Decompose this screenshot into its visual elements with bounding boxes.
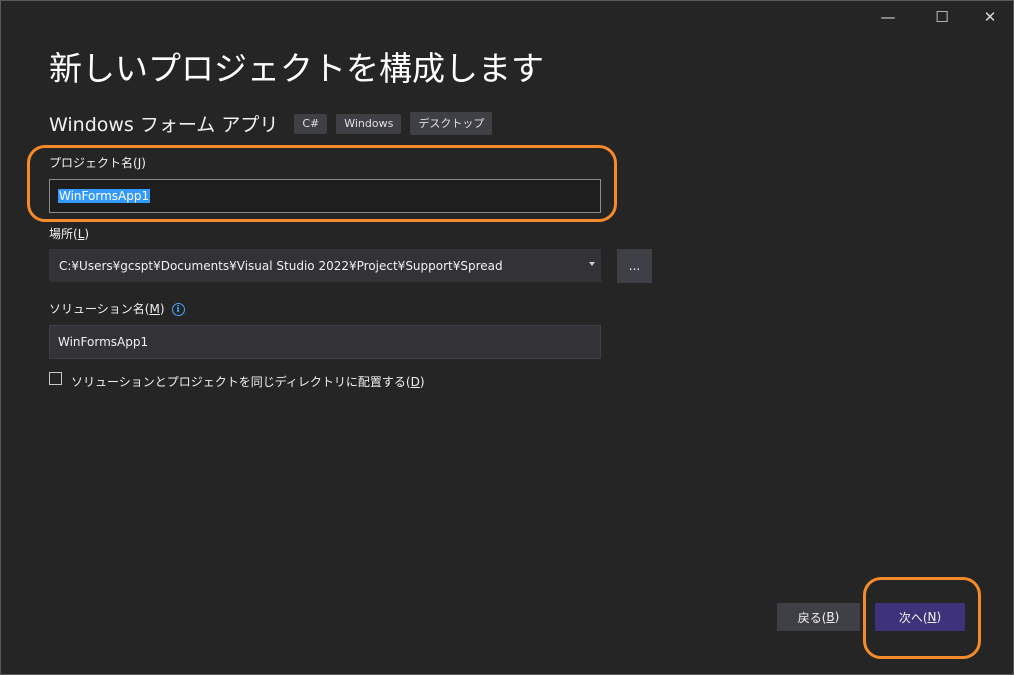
close-icon: ✕ bbox=[983, 8, 997, 26]
solution-name-input[interactable]: WinFormsApp1 bbox=[49, 325, 601, 359]
location-combobox[interactable]: C:¥Users¥gcspt¥Documents¥Visual Studio 2… bbox=[49, 249, 601, 282]
chevron-down-icon[interactable] bbox=[589, 262, 595, 266]
close-button[interactable]: ✕ bbox=[975, 5, 1005, 29]
project-name-label: プロジェクト名(J) bbox=[49, 156, 146, 170]
template-header: Windows フォーム アプリ C# Windows デスクトップ bbox=[49, 110, 501, 137]
location-label: 場所(L) bbox=[49, 227, 90, 241]
project-name-value: WinFormsApp1 bbox=[58, 189, 151, 203]
info-icon[interactable]: i bbox=[171, 303, 185, 316]
same-directory-checkbox[interactable] bbox=[49, 372, 62, 385]
minimize-button[interactable]: — bbox=[873, 5, 903, 29]
tag-project-type: デスクトップ bbox=[410, 112, 493, 135]
template-name: Windows フォーム アプリ bbox=[49, 114, 279, 136]
maximize-icon: ☐ bbox=[935, 8, 949, 26]
tag-language: C# bbox=[294, 113, 328, 134]
project-name-input[interactable]: WinFormsApp1 bbox=[49, 179, 601, 213]
same-directory-label[interactable]: ソリューションとプロジェクトを同じディレクトリに配置する(D) bbox=[71, 373, 425, 390]
back-button[interactable]: 戻る(B) bbox=[777, 603, 860, 631]
solution-name-label: ソリューション名(M) i bbox=[49, 300, 185, 317]
tag-platform: Windows bbox=[336, 113, 402, 134]
minimize-icon: — bbox=[880, 8, 896, 26]
location-value: C:¥Users¥gcspt¥Documents¥Visual Studio 2… bbox=[59, 258, 503, 273]
next-button[interactable]: 次へ(N) bbox=[875, 603, 965, 631]
maximize-button[interactable]: ☐ bbox=[927, 5, 957, 29]
browse-button[interactable]: ... bbox=[617, 249, 652, 283]
page-title: 新しいプロジェクトを構成します bbox=[49, 49, 544, 88]
solution-name-value: WinFormsApp1 bbox=[58, 335, 149, 349]
